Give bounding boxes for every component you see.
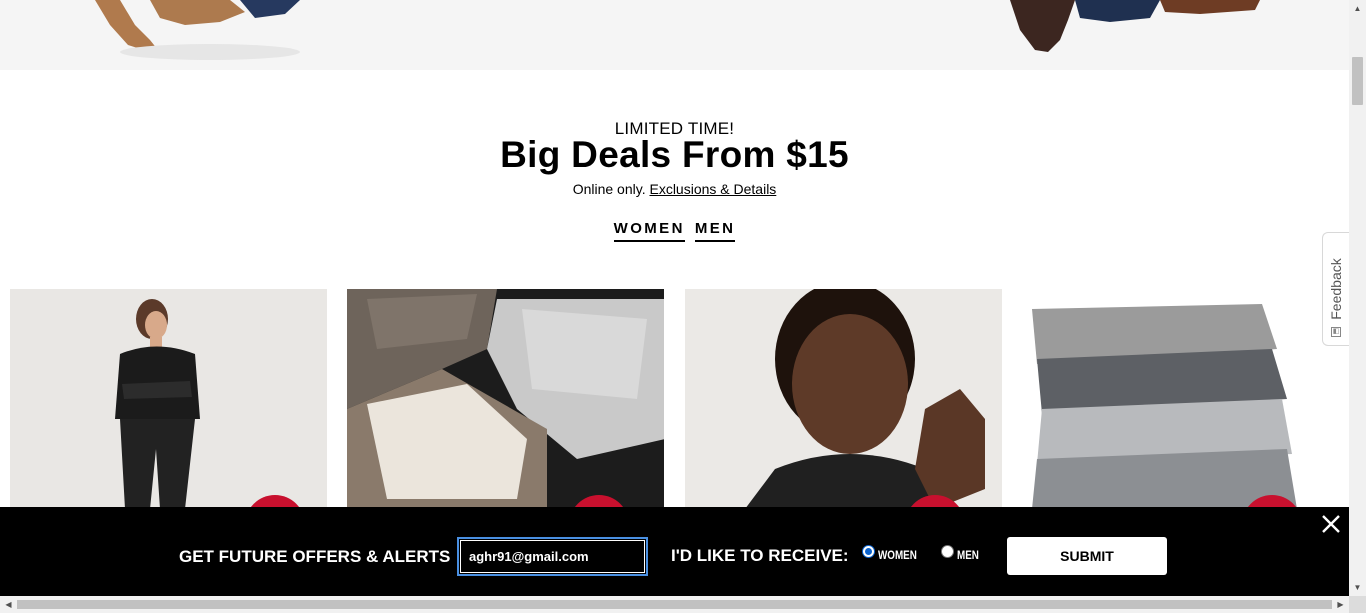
stacked-grey-jeans-photo <box>1022 289 1339 509</box>
feedback-tab[interactable]: Feedback ◧ <box>1322 232 1349 346</box>
radio-men[interactable]: MEN <box>941 544 984 562</box>
horizontal-scrollbar[interactable]: ◀ ▶ <box>0 596 1349 613</box>
boot-shape <box>150 0 245 25</box>
feedback-icon: ◧ <box>1331 327 1341 337</box>
email-field[interactable] <box>457 537 648 576</box>
exclusions-details-link[interactable]: Exclusions & Details <box>649 181 776 197</box>
product-tile-man[interactable] <box>685 289 1002 509</box>
promo-sub-text: Online only. <box>572 181 646 197</box>
email-signup-heading: GET FUTURE OFFERS & ALERTS <box>179 547 451 566</box>
scroll-up-arrow-icon[interactable]: ▲ <box>1349 0 1366 17</box>
radio-men-unselected-icon[interactable] <box>941 545 954 558</box>
scroll-left-arrow-icon[interactable]: ◀ <box>0 596 17 613</box>
product-tile-sweaters[interactable] <box>347 289 664 509</box>
tab-men[interactable]: MEN <box>694 220 736 242</box>
receive-label: I'D LIKE TO RECEIVE: <box>671 546 849 565</box>
radio-women[interactable]: WOMEN <box>862 544 925 562</box>
feedback-label: Feedback <box>1328 258 1344 320</box>
radio-women-selected-icon[interactable] <box>862 545 875 558</box>
submit-button[interactable]: SUBMIT <box>1007 537 1167 575</box>
vertical-scrollbar[interactable]: ▲ ▼ <box>1349 0 1366 596</box>
promo-subtext: Online only. Exclusions & Details <box>0 181 1349 197</box>
horizontal-scrollbar-thumb[interactable] <box>17 600 1332 609</box>
tab-women[interactable]: WOMEN <box>613 220 685 242</box>
scrollbar-corner <box>1349 596 1366 613</box>
close-icon[interactable] <box>1320 513 1342 535</box>
radio-men-label: MEN <box>957 548 979 562</box>
email-signup-bar: GET FUTURE OFFERS & ALERTS I'D LIKE TO R… <box>0 507 1349 596</box>
promo-headline: Big Deals From $15 <box>500 134 849 175</box>
radio-women-label: WOMEN <box>878 548 917 562</box>
man-in-black-tee-photo <box>685 289 1002 509</box>
hero-banner-strip <box>0 0 1349 70</box>
jeans-shape <box>1075 0 1160 22</box>
hero-banner-image <box>95 0 1260 60</box>
shadow <box>120 44 300 60</box>
shoe-shape <box>1160 0 1260 14</box>
folded-turtleneck-sweaters-photo <box>347 289 664 509</box>
gender-tabs: WOMEN MEN <box>0 220 1349 242</box>
scroll-right-arrow-icon[interactable]: ▶ <box>1332 596 1349 613</box>
product-tile-woman[interactable] <box>10 289 327 509</box>
woman-in-black-lace-top-photo <box>10 289 327 509</box>
product-tile-jeans[interactable] <box>1022 289 1339 509</box>
glove-shape <box>1010 0 1075 52</box>
boot-shape <box>95 0 158 52</box>
jeans-shape <box>240 0 300 18</box>
scroll-down-arrow-icon[interactable]: ▼ <box>1349 579 1366 596</box>
vertical-scrollbar-thumb[interactable] <box>1352 57 1363 105</box>
